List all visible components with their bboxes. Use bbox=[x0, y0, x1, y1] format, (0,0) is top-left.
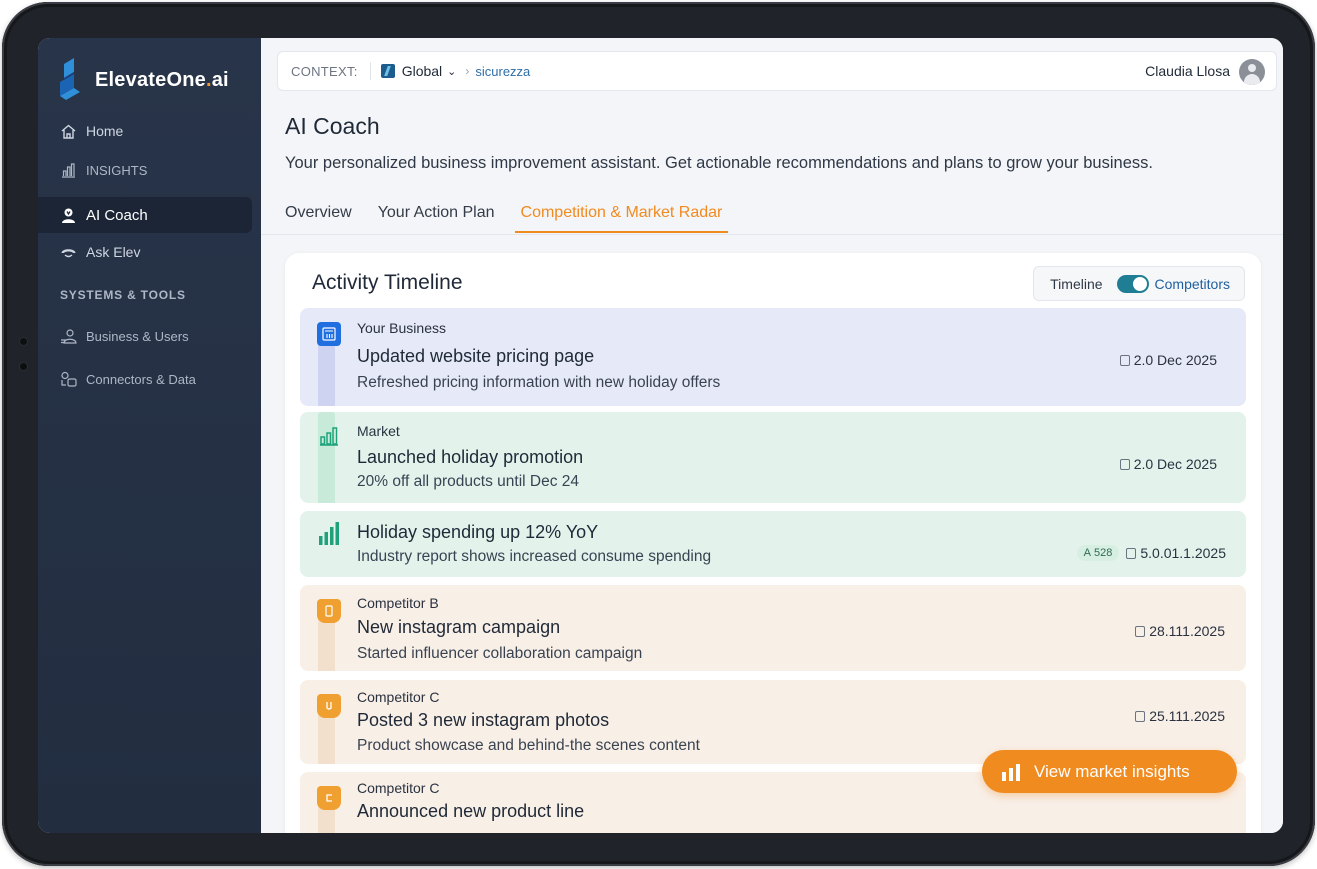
sensor-dot bbox=[20, 363, 27, 370]
item-title: Updated website pricing page bbox=[357, 346, 595, 366]
timeline-rail bbox=[318, 338, 335, 406]
tab-action-plan[interactable]: Your Action Plan bbox=[378, 204, 495, 233]
sidebar-item-label: INSIGHTS bbox=[86, 162, 148, 178]
item-source: Competitor B bbox=[357, 595, 439, 611]
item-date: 28.111.2025 bbox=[1135, 623, 1225, 639]
sidebar-item-connectors-data[interactable]: Connectors & Data bbox=[38, 361, 252, 397]
page-subtitle: Your personalized business improvement a… bbox=[285, 154, 1153, 172]
item-date: 25.111.2025 bbox=[1135, 708, 1225, 724]
item-date-text: 2.0 Dec 2025 bbox=[1133, 352, 1217, 368]
tab-bar: Overview Your Action Plan Competition & … bbox=[285, 204, 754, 233]
calendar-icon bbox=[1119, 354, 1130, 366]
item-date-text: 2.0 Dec 2025 bbox=[1133, 456, 1217, 472]
item-description: Product showcase and behind-the scenes c… bbox=[357, 737, 700, 754]
sidebar-section-title: SYSTEMS & TOOLS bbox=[60, 288, 186, 302]
fab-label: View market insights bbox=[1034, 761, 1190, 781]
timeline-item[interactable]: Competitor B New instagram campaign Star… bbox=[300, 585, 1246, 671]
sidebar-item-label: Home bbox=[86, 123, 124, 139]
timeline-rail bbox=[318, 710, 335, 764]
timeline-rail bbox=[318, 615, 335, 671]
calendar-icon bbox=[1135, 710, 1146, 722]
camera-dot bbox=[20, 338, 27, 345]
divider bbox=[369, 62, 371, 80]
calendar-icon bbox=[1135, 625, 1146, 637]
brand-name: ElevateOne.ai bbox=[95, 68, 229, 91]
sidebar-item-label: Connectors & Data bbox=[86, 371, 196, 387]
item-title: Posted 3 new instagram photos bbox=[357, 710, 610, 730]
tab-overview[interactable]: Overview bbox=[285, 204, 352, 233]
chevron-right-icon: › bbox=[465, 64, 470, 78]
user-coach-icon bbox=[60, 207, 77, 224]
divider bbox=[261, 234, 1283, 235]
competitor-marker-icon bbox=[317, 599, 341, 623]
timeline-item[interactable]: Holiday spending up 12% YoY Industry rep… bbox=[300, 511, 1246, 577]
view-market-insights-button[interactable]: View market insights bbox=[982, 750, 1237, 793]
item-date-text: 25.111.2025 bbox=[1149, 708, 1225, 724]
reach-badge: А 528 bbox=[1076, 545, 1120, 561]
growth-chart-icon bbox=[317, 521, 341, 545]
page-title: AI Coach bbox=[285, 113, 380, 139]
item-title: Announced new product line bbox=[357, 801, 585, 821]
sidebar-item-insights[interactable]: INSIGHTS bbox=[38, 152, 252, 188]
bar-chart-icon bbox=[60, 162, 77, 179]
main-content: CONTEXT: Global ⌄ › sicurezza Claudia Ll… bbox=[261, 38, 1283, 833]
tablet-frame: ElevateOne.ai Home INSIGHTS AI Coach Ask… bbox=[2, 2, 1315, 866]
user-name[interactable]: Claudia Llosa bbox=[1145, 63, 1230, 79]
item-date-text: 28.111.2025 bbox=[1149, 623, 1225, 639]
view-toggle: Timeline Competitors bbox=[1033, 266, 1245, 301]
item-source: Market bbox=[357, 423, 400, 439]
item-description: Industry report shows increased consume … bbox=[357, 548, 712, 565]
item-date: 2.0 Dec 2025 bbox=[1119, 352, 1217, 368]
view-switch[interactable] bbox=[1116, 274, 1149, 293]
context-bar: CONTEXT: Global ⌄ › sicurezza Claudia Ll… bbox=[277, 51, 1277, 91]
toggle-label-timeline[interactable]: Timeline bbox=[1050, 276, 1102, 292]
card-title: Activity Timeline bbox=[312, 271, 463, 294]
context-label: CONTEXT: bbox=[291, 63, 358, 79]
sidebar-item-label: Ask Elev bbox=[86, 244, 141, 260]
item-title: Holiday spending up 12% YoY bbox=[357, 522, 599, 542]
item-date-text: 5.0.01.1.2025 bbox=[1140, 545, 1226, 561]
sidebar-item-label: Business & Users bbox=[86, 328, 189, 344]
competitor-marker-icon bbox=[317, 694, 341, 718]
timeline-item[interactable]: Your Business Updated website pricing pa… bbox=[300, 308, 1246, 406]
toggle-label-competitors[interactable]: Competitors bbox=[1155, 276, 1230, 292]
sidebar-item-ask-elev[interactable]: Ask Elev bbox=[38, 234, 252, 270]
sidebar-item-label: AI Coach bbox=[86, 206, 148, 224]
calendar-icon bbox=[1119, 458, 1130, 470]
logo-mark-icon bbox=[60, 58, 80, 100]
calendar-icon bbox=[1126, 547, 1137, 559]
chevron-down-icon[interactable]: ⌄ bbox=[447, 65, 456, 78]
item-description: Refreshed pricing information with new h… bbox=[357, 374, 721, 391]
sidebar-item-home[interactable]: Home bbox=[38, 113, 252, 149]
item-source: Competitor C bbox=[357, 689, 440, 705]
users-icon bbox=[60, 328, 77, 345]
competitor-marker-icon bbox=[317, 786, 341, 810]
context-select[interactable]: Global bbox=[402, 63, 442, 79]
item-description: 20% off all products until Dec 24 bbox=[357, 473, 580, 490]
item-source: Your Business bbox=[357, 320, 446, 336]
item-description: Started influencer collaboration campaig… bbox=[357, 645, 643, 662]
business-icon bbox=[317, 322, 341, 346]
market-chart-icon bbox=[317, 424, 341, 448]
screen: ElevateOne.ai Home INSIGHTS AI Coach Ask… bbox=[38, 38, 1283, 833]
tab-competition-market-radar[interactable]: Competition & Market Radar bbox=[514, 204, 729, 233]
sidebar: ElevateOne.ai Home INSIGHTS AI Coach Ask… bbox=[38, 38, 261, 833]
home-icon bbox=[60, 123, 77, 140]
item-source: Competitor C bbox=[357, 780, 440, 796]
item-date: 2.0 Dec 2025 bbox=[1119, 456, 1217, 472]
bar-chart-icon bbox=[1002, 763, 1020, 781]
sidebar-item-business-users[interactable]: Business & Users bbox=[38, 318, 252, 354]
avatar[interactable] bbox=[1239, 59, 1265, 85]
item-title: New instagram campaign bbox=[357, 617, 561, 637]
item-title: Launched holiday promotion bbox=[357, 447, 584, 467]
item-meta: А 528 5.0.01.1.2025 bbox=[1076, 545, 1226, 561]
sidebar-item-ai-coach[interactable]: AI Coach bbox=[38, 197, 252, 233]
timeline-item[interactable]: Market Launched holiday promotion 20% of… bbox=[300, 412, 1246, 503]
breadcrumb[interactable]: sicurezza bbox=[475, 64, 530, 79]
chat-icon bbox=[60, 244, 77, 261]
context-flag-icon bbox=[380, 64, 395, 78]
activity-timeline-card: Activity Timeline Timeline Competitors Y… bbox=[285, 253, 1261, 833]
connectors-icon bbox=[60, 371, 77, 388]
logo[interactable]: ElevateOne.ai bbox=[58, 58, 229, 102]
